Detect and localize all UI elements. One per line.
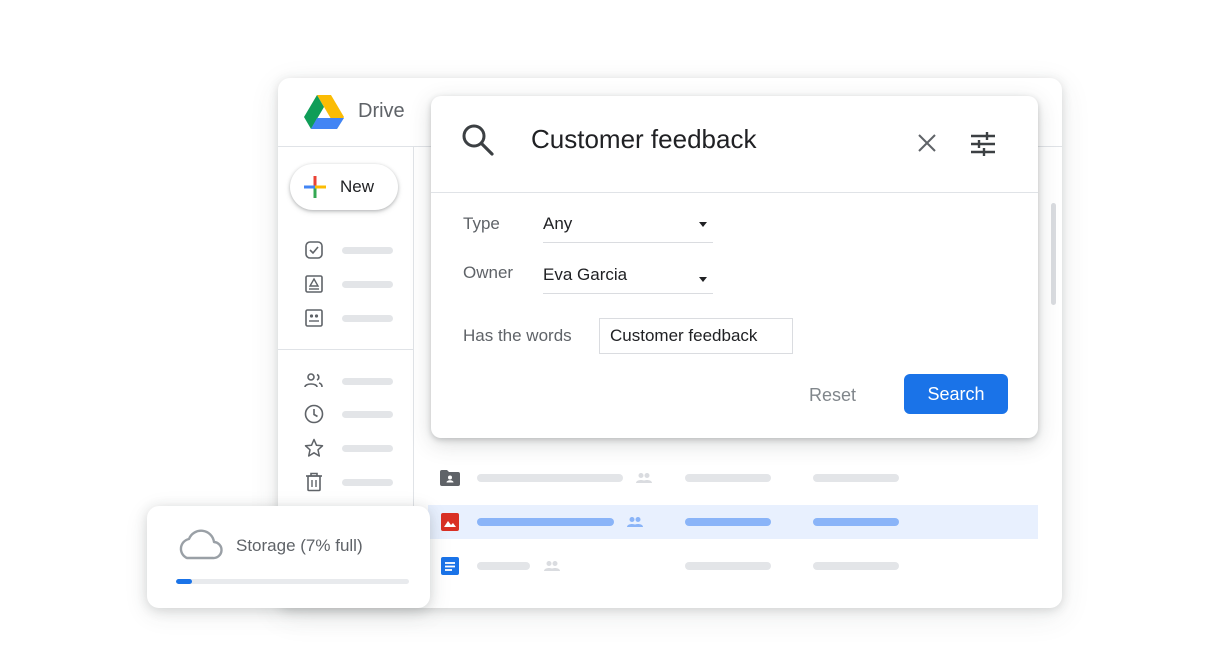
- sidebar-item-placeholder: [342, 444, 393, 452]
- computers-icon: [304, 308, 324, 328]
- sidebar-item-shared-with-me[interactable]: [304, 371, 399, 391]
- new-button-label: New: [340, 177, 375, 196]
- file-owner-placeholder: [685, 474, 771, 482]
- sidebar-item-placeholder: [342, 280, 393, 288]
- file-owner-placeholder: [685, 518, 771, 526]
- file-name-placeholder: [477, 474, 623, 482]
- sidebar-item-placeholder: [342, 410, 393, 418]
- type-value: Any: [543, 214, 573, 233]
- advanced-search-dialog: Customer feedback Type Any Owner Eva Gar…: [431, 96, 1038, 438]
- storage-progress-fill: [176, 579, 193, 584]
- sidebar-item-starred[interactable]: [304, 438, 399, 458]
- recent-clock-icon: [304, 404, 324, 424]
- owner-value: Eva Garcia: [543, 265, 628, 284]
- owner-select[interactable]: Eva Garcia: [543, 261, 713, 294]
- file-date-placeholder: [813, 474, 899, 482]
- file-name-placeholder: [477, 518, 614, 526]
- file-owner-placeholder: [685, 562, 771, 570]
- app-title: Drive: [358, 100, 405, 122]
- sidebar-item-computers[interactable]: [304, 308, 399, 328]
- storage-progress: [176, 579, 409, 584]
- close-icon[interactable]: [917, 133, 937, 153]
- sidebar-item-placeholder: [342, 478, 393, 486]
- cloud-icon: [179, 529, 223, 560]
- type-select[interactable]: Any: [543, 210, 713, 243]
- priority-check-icon: [304, 240, 324, 260]
- shared-folder-icon: [440, 468, 460, 488]
- docs-file-icon: [440, 556, 460, 576]
- dropdown-arrow-icon: [699, 277, 707, 282]
- dialog-divider: [431, 192, 1038, 193]
- sidebar-item-my-drive[interactable]: [304, 274, 399, 294]
- type-label: Type: [463, 214, 500, 233]
- file-date-placeholder: [813, 562, 899, 570]
- file-row[interactable]: [428, 461, 1038, 495]
- file-row[interactable]: [428, 549, 1038, 583]
- storage-label: Storage (7% full): [236, 536, 363, 555]
- scrollbar[interactable]: [1051, 203, 1056, 305]
- google-drive-logo-icon: [304, 95, 344, 129]
- search-icon: [462, 124, 494, 156]
- sidebar-item-priority[interactable]: [304, 240, 399, 260]
- new-button[interactable]: New: [290, 164, 398, 210]
- tune-options-icon[interactable]: [970, 132, 996, 156]
- sidebar-item-placeholder: [342, 377, 393, 385]
- file-name-placeholder: [477, 562, 530, 570]
- search-query[interactable]: Customer feedback: [531, 124, 756, 155]
- dropdown-arrow-icon: [699, 222, 707, 227]
- shared-with-me-icon: [304, 371, 324, 391]
- plus-icon: [304, 176, 326, 198]
- my-drive-icon: [304, 274, 324, 294]
- sidebar-section-divider: [278, 349, 413, 350]
- storage-card[interactable]: Storage (7% full): [147, 506, 430, 608]
- has-words-label: Has the words: [463, 326, 572, 345]
- has-words-input[interactable]: [599, 318, 793, 354]
- shared-people-icon: [636, 471, 652, 489]
- trash-icon: [304, 472, 324, 492]
- search-button[interactable]: Search: [904, 374, 1008, 414]
- reset-button[interactable]: Reset: [809, 385, 856, 406]
- sidebar-item-recent[interactable]: [304, 404, 399, 424]
- shared-people-icon: [627, 515, 643, 533]
- file-date-placeholder: [813, 518, 899, 526]
- image-file-icon: [440, 512, 460, 532]
- sidebar-item-placeholder: [342, 314, 393, 322]
- starred-icon: [304, 438, 324, 458]
- sidebar-item-placeholder: [342, 246, 393, 254]
- sidebar-item-trash[interactable]: [304, 472, 399, 492]
- shared-people-icon: [544, 559, 560, 577]
- owner-label: Owner: [463, 263, 514, 282]
- file-row-selected[interactable]: [428, 505, 1038, 539]
